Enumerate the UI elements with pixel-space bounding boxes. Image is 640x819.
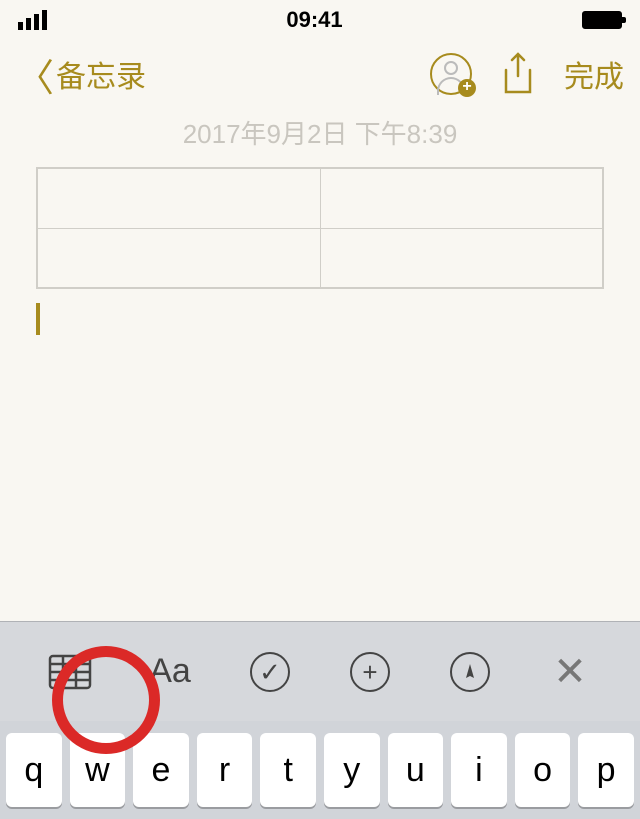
table-cell[interactable] [320, 228, 603, 288]
text-style-button[interactable]: Aa [145, 647, 195, 697]
format-toolbar: Aa ✓ + ✕ [0, 621, 640, 721]
key-i[interactable]: i [451, 733, 507, 807]
key-t[interactable]: t [260, 733, 316, 807]
back-label: 备忘录 [56, 52, 146, 96]
dismiss-keyboard-button[interactable]: ✕ [545, 647, 595, 697]
key-u[interactable]: u [388, 733, 444, 807]
table-cell[interactable] [320, 168, 603, 228]
key-y[interactable]: y [324, 733, 380, 807]
status-time: 09:41 [286, 7, 342, 33]
key-p[interactable]: p [578, 733, 634, 807]
note-content-area[interactable] [0, 167, 640, 335]
table-button[interactable] [45, 647, 95, 697]
key-w[interactable]: w [70, 733, 126, 807]
table-cell[interactable] [37, 168, 320, 228]
key-r[interactable]: r [197, 733, 253, 807]
table-cell[interactable] [37, 228, 320, 288]
table-icon [48, 654, 92, 690]
text-cursor [36, 303, 40, 335]
chevron-left-icon: 〈 [16, 47, 54, 102]
check-circle-icon: ✓ [250, 652, 290, 692]
share-icon [500, 52, 536, 96]
pen-circle-icon [450, 652, 490, 692]
battery-icon [582, 11, 622, 29]
status-bar: 09:41 [0, 0, 640, 40]
plus-circle-icon: + [350, 652, 390, 692]
back-button[interactable]: 〈 备忘录 [16, 47, 430, 102]
add-attachment-button[interactable]: + [345, 647, 395, 697]
share-button[interactable] [500, 52, 536, 96]
note-timestamp: 2017年9月2日 下午8:39 [0, 108, 640, 167]
markup-button[interactable] [445, 647, 495, 697]
table-row[interactable] [37, 168, 603, 228]
nav-bar: 〈 备忘录 + 完成 [0, 40, 640, 108]
plus-badge-icon: + [458, 79, 476, 97]
keyboard-row-1: q w e r t y u i o p [0, 721, 640, 819]
add-people-button[interactable]: + [430, 53, 472, 95]
table-row[interactable] [37, 228, 603, 288]
note-table[interactable] [36, 167, 604, 289]
done-button[interactable]: 完成 [564, 52, 624, 96]
key-q[interactable]: q [6, 733, 62, 807]
key-o[interactable]: o [515, 733, 571, 807]
key-e[interactable]: e [133, 733, 189, 807]
checklist-button[interactable]: ✓ [245, 647, 295, 697]
signal-icon [18, 10, 47, 30]
